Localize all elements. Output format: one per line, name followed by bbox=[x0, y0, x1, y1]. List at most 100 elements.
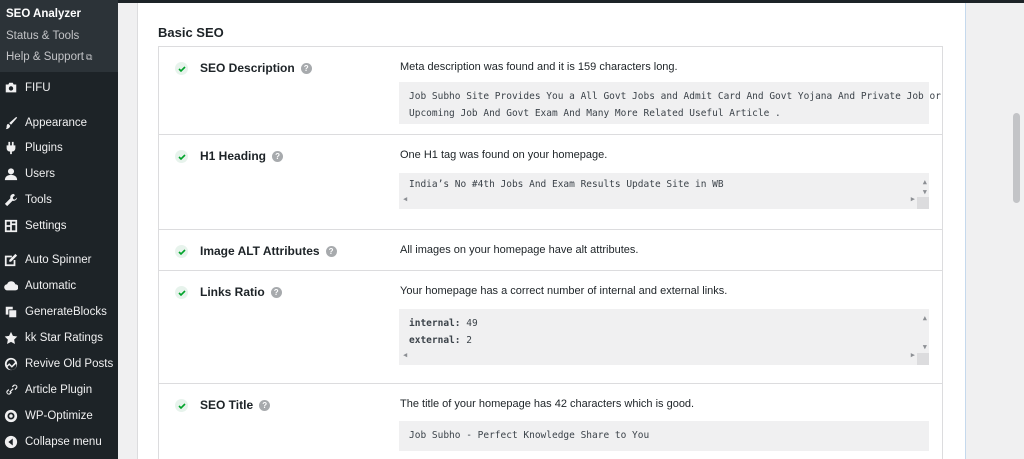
scroll-up-icon[interactable]: ▲ bbox=[923, 310, 927, 327]
seo-results-table: SEO Description? Meta description was fo… bbox=[158, 46, 943, 459]
sidebar-item-revive-old-posts[interactable]: Revive Old Posts bbox=[0, 353, 118, 375]
result-row-links-ratio: Links Ratio? Your homepage has a correct… bbox=[159, 271, 942, 384]
help-icon[interactable]: ? bbox=[270, 286, 282, 298]
collapse-icon bbox=[4, 435, 18, 449]
scroll-corner bbox=[917, 197, 929, 209]
users-icon bbox=[4, 167, 18, 181]
result-label-text: H1 Heading bbox=[200, 149, 267, 163]
submenu-help-support[interactable]: Help & Support ⧉ bbox=[0, 47, 118, 68]
collapse-menu-button[interactable]: Collapse menu bbox=[0, 431, 118, 453]
code-line: external: 2 bbox=[409, 332, 919, 349]
sidebar-item-generateblocks[interactable]: GenerateBlocks bbox=[0, 301, 118, 323]
sidebar-item-label: Collapse menu bbox=[25, 436, 102, 448]
help-icon[interactable]: ? bbox=[259, 399, 271, 411]
result-label: SEO Description? bbox=[200, 61, 312, 75]
code-line: India’s No #4th Jobs And Exam Results Up… bbox=[409, 179, 724, 190]
code-line: Job Subho Site Provides You a All Govt J… bbox=[409, 91, 941, 102]
scroll-right-icon[interactable]: ▶ bbox=[911, 191, 915, 208]
main-content: Basic SEO SEO Description? Meta descript… bbox=[118, 3, 1024, 459]
result-label: H1 Heading? bbox=[200, 149, 284, 163]
result-label-text: Links Ratio bbox=[200, 285, 265, 299]
check-icon bbox=[175, 62, 188, 75]
section-title: Basic SEO bbox=[158, 25, 224, 40]
scroll-right-icon[interactable]: ▶ bbox=[911, 347, 915, 364]
sidebar-item-label: Article Plugin bbox=[25, 384, 93, 396]
check-icon bbox=[175, 399, 188, 412]
camera-icon bbox=[4, 81, 18, 95]
sidebar-item-label: Appearance bbox=[25, 117, 88, 129]
cloud-icon bbox=[4, 279, 18, 293]
result-description: The title of your homepage has 42 charac… bbox=[400, 398, 695, 410]
result-label-text: SEO Title bbox=[200, 398, 254, 412]
sidebar-item-tools[interactable]: Tools bbox=[0, 189, 118, 211]
code-value: 2 bbox=[466, 335, 472, 346]
scroll-left-icon[interactable]: ◀ bbox=[403, 347, 407, 364]
settings-icon bbox=[4, 219, 18, 233]
sidebar-item-label: Settings bbox=[25, 220, 67, 232]
result-description: Your homepage has a correct number of in… bbox=[400, 285, 728, 297]
code-value: 49 bbox=[466, 318, 478, 329]
check-icon bbox=[175, 286, 188, 299]
result-label-text: SEO Description bbox=[200, 61, 295, 75]
code-line: Job Subho - Perfect Knowledge Share to Y… bbox=[409, 430, 650, 441]
plugin-icon bbox=[4, 141, 18, 155]
sidebar-item-label: FIFU bbox=[25, 82, 51, 94]
sidebar-item-label: kk Star Ratings bbox=[25, 332, 103, 344]
seo-analyzer-panel: Basic SEO SEO Description? Meta descript… bbox=[137, 3, 966, 459]
code-key: internal: bbox=[409, 318, 461, 329]
sidebar-item-label: Automatic bbox=[25, 280, 77, 292]
sidebar-item-appearance[interactable]: Appearance bbox=[0, 112, 118, 134]
sidebar-item-article-plugin[interactable]: Article Plugin bbox=[0, 379, 118, 401]
sidebar-item-label: Auto Spinner bbox=[25, 254, 92, 266]
admin-sidebar: SEO Analyzer Status & Tools Help & Suppo… bbox=[0, 0, 118, 459]
page-scrollbar[interactable] bbox=[1009, 3, 1024, 459]
help-icon[interactable]: ? bbox=[272, 150, 284, 162]
help-icon[interactable]: ? bbox=[300, 62, 312, 74]
sidebar-item-wp-optimize[interactable]: WP-Optimize bbox=[0, 405, 118, 427]
result-row-h1-heading: H1 Heading? One H1 tag was found on your… bbox=[159, 135, 942, 230]
star-icon bbox=[4, 331, 18, 345]
submenu-seo-analyzer[interactable]: SEO Analyzer bbox=[0, 4, 118, 26]
sidebar-item-automatic[interactable]: Automatic bbox=[0, 275, 118, 297]
code-line: Upcoming Job And Govt Exam And Many More… bbox=[409, 108, 781, 119]
sidebar-item-label: GenerateBlocks bbox=[25, 306, 107, 318]
seo-submenu: SEO Analyzer Status & Tools Help & Suppo… bbox=[0, 0, 118, 72]
help-support-label: Help & Support bbox=[6, 51, 84, 63]
sidebar-item-label: Users bbox=[25, 168, 56, 180]
code-preview: internal: 49 external: 2 ▲ ▼ ◀ ▶ bbox=[399, 309, 929, 365]
code-preview: India’s No #4th Jobs And Exam Results Up… bbox=[399, 173, 929, 209]
wrench-icon bbox=[4, 193, 18, 207]
external-link-icon: ⧉ bbox=[86, 52, 93, 62]
sidebar-item-plugins[interactable]: Plugins bbox=[0, 137, 118, 159]
result-row-seo-title: SEO Title? The title of your homepage ha… bbox=[159, 384, 942, 459]
link-icon bbox=[4, 383, 18, 397]
result-description: Meta description was found and it is 159… bbox=[400, 61, 678, 73]
sidebar-item-auto-spinner[interactable]: Auto Spinner bbox=[0, 249, 118, 271]
result-row-image-alt: Image ALT Attributes? All images on your… bbox=[159, 230, 942, 271]
result-description: One H1 tag was found on your homepage. bbox=[400, 149, 608, 161]
sidebar-item-label: Revive Old Posts bbox=[25, 358, 114, 370]
result-label: SEO Title? bbox=[200, 398, 271, 412]
check-icon bbox=[175, 150, 188, 163]
submenu-status-tools[interactable]: Status & Tools bbox=[0, 26, 118, 47]
sidebar-item-label: Tools bbox=[25, 194, 52, 206]
sidebar-item-settings[interactable]: Settings bbox=[0, 215, 118, 237]
result-label: Image ALT Attributes? bbox=[200, 244, 337, 258]
sidebar-item-fifu[interactable]: FIFU bbox=[0, 77, 118, 99]
check-icon bbox=[175, 245, 188, 258]
result-label-text: Image ALT Attributes bbox=[200, 244, 320, 258]
edit-icon bbox=[4, 253, 18, 267]
scroll-left-icon[interactable]: ◀ bbox=[403, 191, 407, 208]
sidebar-item-label: WP-Optimize bbox=[25, 410, 93, 422]
sidebar-item-users[interactable]: Users bbox=[0, 163, 118, 185]
sidebar-item-kk-star-ratings[interactable]: kk Star Ratings bbox=[0, 327, 118, 349]
sidebar-item-label: Plugins bbox=[25, 142, 63, 154]
revive-icon bbox=[4, 357, 18, 371]
page-scrollbar-thumb[interactable] bbox=[1013, 113, 1020, 203]
scroll-corner bbox=[917, 353, 929, 365]
result-row-seo-description: SEO Description? Meta description was fo… bbox=[159, 47, 942, 135]
blocks-icon bbox=[4, 305, 18, 319]
code-line: internal: 49 bbox=[409, 315, 919, 332]
code-key: external: bbox=[409, 335, 461, 346]
help-icon[interactable]: ? bbox=[325, 245, 337, 257]
